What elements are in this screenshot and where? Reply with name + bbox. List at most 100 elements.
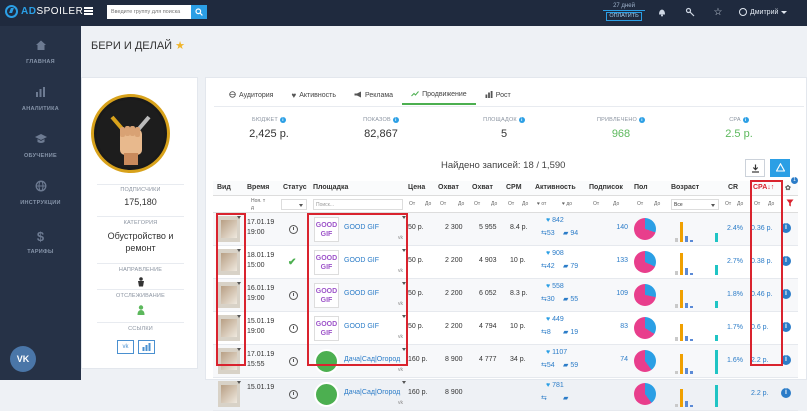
vk-link-button[interactable]: vk <box>117 340 134 354</box>
info-icon[interactable]: i <box>639 117 646 123</box>
menu-toggle-icon[interactable] <box>84 7 93 15</box>
settings-gear-icon[interactable]: ✿ <box>785 184 791 192</box>
search-button[interactable] <box>191 5 207 19</box>
platform-avatar[interactable]: GOOD GIF <box>314 250 339 275</box>
vk-icon[interactable]: vk <box>398 367 403 373</box>
cpm-from[interactable]: От <box>508 201 514 207</box>
vk-icon[interactable]: vk <box>398 400 403 406</box>
col-reach1[interactable]: Охват <box>438 184 459 191</box>
user-menu[interactable]: Дмитрий <box>739 8 788 16</box>
col-price[interactable]: Цена <box>408 184 425 191</box>
info-icon[interactable]: i <box>518 117 525 123</box>
platform-avatar[interactable] <box>314 382 339 407</box>
time-filter[interactable]: Ноя. тд <box>251 198 265 212</box>
sex-from[interactable]: От <box>637 201 643 207</box>
platform-avatar[interactable] <box>314 349 339 374</box>
subs-to[interactable]: До <box>613 201 619 207</box>
search-input[interactable] <box>107 5 191 19</box>
info-icon[interactable]: i <box>781 256 791 266</box>
vk-icon[interactable]: vk <box>398 334 403 340</box>
price-from[interactable]: От <box>409 201 415 207</box>
reach1-to[interactable]: До <box>458 201 464 207</box>
bell-icon[interactable] <box>656 7 668 19</box>
vk-icon[interactable]: vk <box>398 268 403 274</box>
col-subs[interactable]: Подписок <box>589 184 623 191</box>
post-thumbnail[interactable] <box>218 348 240 374</box>
col-reach2[interactable]: Охват <box>472 184 493 191</box>
info-icon[interactable]: i <box>781 322 791 332</box>
post-thumbnail[interactable] <box>218 282 240 308</box>
platform-link[interactable]: GOOD GIF <box>344 323 379 330</box>
cpm-to[interactable]: До <box>522 201 528 207</box>
table-row[interactable]: 16.01.19 19:00 GOOD GIF GOOD GIF vk 50 р. 2 200… <box>213 279 798 312</box>
col-sex[interactable]: Пол <box>634 184 648 191</box>
reach2-to[interactable]: До <box>491 201 497 207</box>
stats-link-button[interactable] <box>138 340 155 354</box>
table-row[interactable]: 17.01.19 15:55 Дача|Сад|Огород vk 160 р. 8 90… <box>213 345 798 378</box>
info-icon[interactable]: i <box>742 117 749 123</box>
platform-link[interactable]: Дача|Сад|Огород <box>344 389 400 396</box>
likes-from[interactable]: ♥ от <box>537 201 546 207</box>
tab-1[interactable]: ♥ Активность <box>282 86 345 105</box>
col-age[interactable]: Возраст <box>671 184 699 191</box>
age-filter-select[interactable]: Все <box>671 199 719 210</box>
filter-icon[interactable] <box>786 199 794 209</box>
download-button[interactable] <box>745 159 765 177</box>
sidebar-item-tariffs[interactable]: $ ТАРИФЫ <box>0 229 81 255</box>
key-icon[interactable] <box>684 7 696 19</box>
table-row[interactable]: 15.01.19 Дача|Сад|Огород vk 160 р. 8 900 ♥ 78… <box>213 378 798 411</box>
info-icon[interactable]: i <box>781 355 791 365</box>
info-icon[interactable]: i <box>781 289 791 299</box>
cpa-from[interactable]: От <box>754 201 760 207</box>
sidebar-item-learning[interactable]: ОБУЧЕНИЕ <box>0 133 81 159</box>
reach2-from[interactable]: От <box>474 201 480 207</box>
post-thumbnail[interactable] <box>218 381 240 407</box>
platform-avatar[interactable]: GOOD GIF <box>314 316 339 341</box>
platform-search-input[interactable]: Поиск... <box>313 199 403 210</box>
likes-to[interactable]: ♥ до <box>562 201 572 207</box>
table-row[interactable]: 15.01.19 19:00 GOOD GIF GOOD GIF vk 50 р. 2 200… <box>213 312 798 345</box>
info-icon[interactable]: i <box>781 223 791 233</box>
price-to[interactable]: До <box>425 201 431 207</box>
platform-link[interactable]: GOOD GIF <box>344 257 379 264</box>
col-activity[interactable]: Активность <box>535 184 576 191</box>
table-row[interactable]: 17.01.19 19:00 GOOD GIF GOOD GIF vk 50 р. 2 300… <box>213 213 798 246</box>
info-icon[interactable]: i <box>781 388 791 398</box>
vk-icon[interactable]: vk <box>398 235 403 241</box>
info-icon[interactable]: i <box>279 117 286 123</box>
col-platform[interactable]: Площадка <box>313 184 348 191</box>
subs-from[interactable]: От <box>593 201 599 207</box>
tab-2[interactable]: Реклама <box>345 86 402 105</box>
info-icon[interactable]: i <box>392 117 399 123</box>
col-cr[interactable]: CR <box>728 184 738 191</box>
table-row[interactable]: 18.01.19 15:00 ✔ GOOD GIF GOOD GIF vk 50 р. 2 20… <box>213 246 798 279</box>
sidebar-item-instructions[interactable]: ИНСТРУКЦИИ <box>0 180 81 206</box>
logo[interactable]: ADSPOILER <box>5 5 83 18</box>
platform-avatar[interactable]: GOOD GIF <box>314 217 339 242</box>
tab-4[interactable]: Рост <box>476 86 520 105</box>
platform-link[interactable]: Дача|Сад|Огород <box>344 356 400 363</box>
cr-to[interactable]: До <box>737 201 743 207</box>
post-thumbnail[interactable] <box>218 315 240 341</box>
pay-button[interactable]: ОПЛАТИТЬ <box>606 12 642 21</box>
vk-chat-button[interactable]: VK <box>10 346 36 372</box>
favorite-star-icon[interactable]: ★ <box>175 39 185 52</box>
post-thumbnail[interactable] <box>218 249 240 275</box>
col-status[interactable]: Статус <box>283 184 307 191</box>
platform-link[interactable]: GOOD GIF <box>344 224 379 231</box>
export-button[interactable] <box>770 159 790 177</box>
col-cpa[interactable]: CPA↓↑ <box>753 184 774 191</box>
platform-link[interactable]: GOOD GIF <box>344 290 379 297</box>
cpa-to[interactable]: До <box>768 201 774 207</box>
col-time[interactable]: Время <box>247 184 269 191</box>
tab-3[interactable]: Продвижение <box>402 86 476 105</box>
col-vid[interactable]: Вид <box>217 184 231 191</box>
reach1-from[interactable]: От <box>440 201 446 207</box>
star-icon[interactable]: ☆ <box>712 7 724 19</box>
post-thumbnail[interactable] <box>218 216 240 242</box>
sidebar-item-analytics[interactable]: АНАЛИТИКА <box>0 86 81 112</box>
sex-to[interactable]: До <box>654 201 660 207</box>
sidebar-item-home[interactable]: ГЛАВНАЯ <box>0 39 81 65</box>
tab-0[interactable]: Аудитория <box>220 86 282 105</box>
vk-icon[interactable]: vk <box>398 301 403 307</box>
